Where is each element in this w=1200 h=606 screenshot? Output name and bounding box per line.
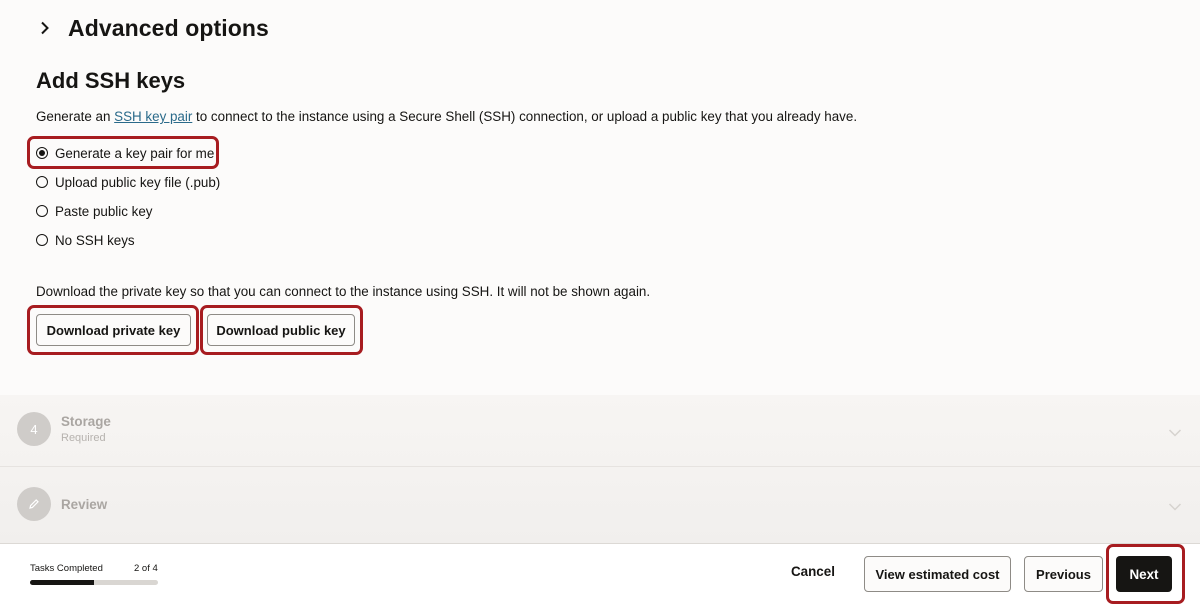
radio-no-ssh-keys[interactable]: No SSH keys [36, 229, 135, 251]
radio-label: Upload public key file (.pub) [55, 174, 221, 190]
radio-label: No SSH keys [55, 232, 135, 248]
ssh-key-pair-link[interactable]: SSH key pair [114, 109, 192, 124]
view-estimated-cost-button[interactable]: View estimated cost [864, 556, 1011, 592]
tasks-completed-count: 2 of 4 [134, 563, 158, 574]
tasks-progress-bar [30, 580, 158, 585]
chevron-down-icon [1168, 425, 1182, 437]
step-title: Storage [61, 414, 111, 429]
radio-label: Generate a key pair for me [55, 145, 215, 161]
radio-upload-public-key-file[interactable]: Upload public key file (.pub) [36, 171, 220, 193]
step-review[interactable]: Review [0, 470, 1200, 540]
advanced-options-toggle[interactable]: Advanced options [38, 12, 269, 44]
radio-label: Paste public key [55, 203, 153, 219]
advanced-options-title: Advanced options [68, 14, 269, 41]
ssh-description: Generate an SSH key pair to connect to t… [36, 109, 857, 124]
ssh-keys-title: Add SSH keys [36, 68, 186, 93]
previous-button[interactable]: Previous [1024, 556, 1103, 592]
radio-generate-key-pair[interactable]: Generate a key pair for me [36, 142, 214, 164]
tasks-progress-fill [30, 580, 94, 585]
ssh-description-suffix: to connect to the instance using a Secur… [192, 109, 858, 124]
step-number-badge: 4 [17, 412, 51, 446]
pencil-icon [17, 487, 51, 521]
download-public-key-button[interactable]: Download public key [207, 314, 355, 346]
radio-paste-public-key[interactable]: Paste public key [36, 200, 153, 222]
cancel-button[interactable]: Cancel [791, 564, 835, 584]
wizard-footer: Tasks Completed 2 of 4 Cancel View estim… [0, 543, 1200, 606]
step-subtitle: Required [61, 432, 106, 444]
radio-unselected-icon[interactable] [36, 176, 48, 188]
ssh-description-prefix: Generate an [36, 109, 115, 124]
step-storage[interactable]: 4 Storage Required [0, 395, 1200, 465]
step-divider [0, 466, 1200, 467]
main-content: Advanced options Add SSH keys Generate a… [0, 0, 1200, 395]
download-note: Download the private key so that you can… [36, 284, 651, 299]
next-button[interactable]: Next [1116, 556, 1172, 592]
chevron-right-icon [38, 21, 52, 35]
tasks-completed-label: Tasks Completed [30, 563, 103, 574]
radio-unselected-icon[interactable] [36, 205, 48, 217]
chevron-down-icon [1168, 499, 1182, 511]
radio-selected-icon[interactable] [36, 147, 48, 159]
download-private-key-button[interactable]: Download private key [36, 314, 191, 346]
step-title: Review [61, 497, 108, 512]
radio-unselected-icon[interactable] [36, 234, 48, 246]
